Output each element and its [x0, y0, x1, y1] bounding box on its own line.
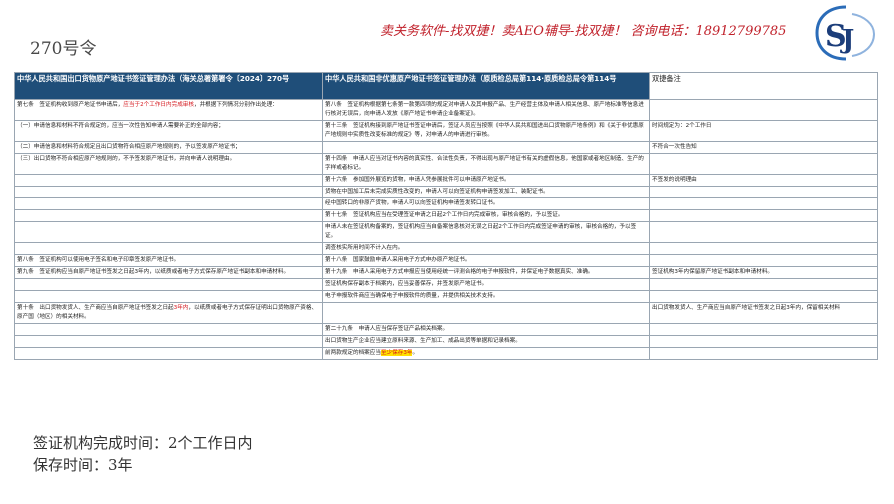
cell-114: 第十九条 申请人采用电子方式申报应当使用经统一评测合格的电子申报软件，并保证电子… [322, 266, 650, 279]
cell-note: 签证机构3年内保留原产地证书副本和申请材料。 [649, 266, 878, 279]
header-notes: 双捷备注 [649, 72, 878, 100]
cell-270: 第七条 签证机构收到原产地证书申请后，应当于2个工作日内完成审核，并根据下列情况… [14, 99, 323, 121]
summary-completion-time: 签证机构完成时间：2个工作日内 [33, 434, 253, 452]
cell-114: 第二十九条 申请人应当保存签证产品相关档案。 [322, 322, 650, 336]
table-row: 签证机构保存副本于档案内，应当妥善保存，并签发原产地证书。 [14, 278, 878, 291]
cell-114: 前两款规定的档案应当至少保存3年。 [322, 346, 650, 360]
table-row: （三）出口货物不符合相应原产地规则的，不予签发原产地证书，并向申请人说明理由。 … [14, 152, 878, 175]
cell-270 [14, 346, 323, 360]
cell-270 [14, 278, 323, 291]
summary: 签证机构完成时间：2个工作日内 保存时间：3年 [33, 432, 253, 476]
cell-note [649, 346, 878, 360]
summary-retention-time: 保存时间：3年 [33, 456, 133, 474]
cell-114: 第十八条 国家鼓励申请人采用电子方式申办原产地证书。 [322, 254, 650, 268]
cell-note: 不符合一次性告知 [649, 140, 878, 154]
sj-logo-icon: S J [815, 5, 876, 61]
cell-270 [14, 185, 323, 199]
table-row: 第十条 出口货物发货人、生产商应当自原产地证书签发之日起3年内，以纸质或者电子方… [14, 301, 878, 324]
table-row: 货物在中国加工后未完成实质性改变的，申请人可以向签证机构申请签发加工、装配证书。 [14, 185, 878, 199]
table-row: 第二十九条 申请人应当保存签证产品相关档案。 [14, 322, 878, 336]
table-row: 申请人未在签证机构备案的，签证机构应当自备案信息核对无误之日起2个工作日内完成签… [14, 221, 878, 244]
regulation-comparison-table: 中华人民共和国出口货物原产地证书签证管理办法（海关总署第署令〔2024〕270号… [14, 72, 878, 360]
table-row: 第九条 签证机构应当自原产地证书签发之日起3年内，以纸质或者电子方式保存原产地证… [14, 266, 878, 279]
cell-note [649, 322, 878, 336]
cell-114 [322, 140, 650, 154]
cell-note: 不签发的说明理由 [649, 173, 878, 187]
cell-270 [14, 322, 323, 336]
cell-note [649, 289, 878, 303]
cell-114: 第十六条 参加国外展览的货物，申请人凭参展批件可以申请原产地证书。 [322, 173, 650, 187]
cell-114: 第十三条 签证机构接到原产地证书签证申请后，签证人员应当按照《中华人民共和国进出… [322, 119, 650, 142]
table-row: 前两款规定的档案应当至少保存3年。 [14, 346, 878, 360]
cell-114: 第八条 签证机构根据第七条第一款第四项的规定对申请人及其申报产品、生产经营主体及… [322, 99, 650, 121]
cell-114: 货物在中国加工后未完成实质性改变的，申请人可以向签证机构申请签发加工、装配证书。 [322, 185, 650, 199]
cell-270: （一）申请信息和材料不符合规定的，应当一次性告知申请人需要补正的全部内容； [14, 119, 323, 142]
cell-114: 第十四条 申请人应当对证书内容的真实性、合法性负责，不得出现与原产地证书有关的虚… [322, 152, 650, 175]
cell-114: 第十七条 签证机构应当在受理签证申请之日起2个工作日内完成审核，审核合格的，予以… [322, 209, 650, 223]
table-row: 调查核实所用时间不计入在内。 [14, 242, 878, 256]
slide-title: 270号令 [30, 39, 97, 59]
cell-note [649, 209, 878, 223]
svg-text:J: J [840, 25, 854, 55]
cell-note: 出口货物发货人、生产商应当自原产地证书签发之日起3年内，保留相关材料 [649, 301, 878, 324]
cell-114: 经中国转口的非原产货物，申请人可以向签证机构申请签发转口证书。 [322, 197, 650, 211]
cell-270: （二）申请信息和材料符合规定且出口货物符合相应原产地规则的，予以签发原产地证书； [14, 140, 323, 154]
cell-114: 电子申报软件商应当确保电子申报软件的质量，并提供相关技术支持。 [322, 289, 650, 303]
cell-270: （三）出口货物不符合相应原产地规则的，不予签发原产地证书，并向申请人说明理由。 [14, 152, 323, 175]
cell-note [649, 221, 878, 244]
cell-114 [322, 301, 650, 324]
table-row: （一）申请信息和材料不符合规定的，应当一次性告知申请人需要补正的全部内容； 第十… [14, 119, 878, 142]
cell-270 [14, 242, 323, 256]
cell-note [649, 152, 878, 175]
cell-114: 出口货物生产企业应当建立原料来源、生产加工、成品出货等单据和记录档案。 [322, 334, 650, 348]
cell-note [649, 334, 878, 348]
table-row: （二）申请信息和材料符合规定且出口货物符合相应原产地规则的，予以签发原产地证书；… [14, 140, 878, 154]
cell-114: 签证机构保存副本于档案内，应当妥善保存，并签发原产地证书。 [322, 278, 650, 291]
cell-270 [14, 334, 323, 348]
cell-270 [14, 209, 323, 223]
cell-note [649, 278, 878, 291]
table-row: 第十七条 签证机构应当在受理签证申请之日起2个工作日内完成审核，审核合格的，予以… [14, 209, 878, 223]
table-row: 经中国转口的非原产货物，申请人可以向签证机构申请签发转口证书。 [14, 197, 878, 211]
table-row: 第七条 签证机构收到原产地证书申请后，应当于2个工作日内完成审核，并根据下列情况… [14, 99, 878, 121]
cell-note [649, 185, 878, 199]
cell-270 [14, 197, 323, 211]
cell-270 [14, 173, 323, 187]
cell-270 [14, 221, 323, 244]
cell-114: 调查核实所用时间不计入在内。 [322, 242, 650, 256]
cell-note [649, 99, 878, 121]
cell-note [649, 254, 878, 268]
contact-banner: 卖关务软件-找双捷！卖AEO辅导-找双捷！ 咨询电话：18912799785 [380, 24, 787, 39]
cell-note [649, 197, 878, 211]
table-row: 第十六条 参加国外展览的货物，申请人凭参展批件可以申请原产地证书。 不签发的说明… [14, 173, 878, 187]
cell-270 [14, 289, 323, 303]
table-row: 出口货物生产企业应当建立原料来源、生产加工、成品出货等单据和记录档案。 [14, 334, 878, 348]
cell-114: 申请人未在签证机构备案的，签证机构应当自备案信息核对无误之日起2个工作日内完成签… [322, 221, 650, 244]
cell-note [649, 242, 878, 256]
table-row: 电子申报软件商应当确保电子申报软件的质量，并提供相关技术支持。 [14, 289, 878, 303]
table-row: 第八条 签证机构可以使用电子签名和电子印章签发原产地证书。 第十八条 国家鼓励申… [14, 254, 878, 268]
cell-note: 时间规定为：2个工作日 [649, 119, 878, 142]
cell-270: 第九条 签证机构应当自原产地证书签发之日起3年内，以纸质或者电子方式保存原产地证… [14, 266, 323, 279]
header-114: 中华人民共和国非优惠原产地证书签证管理办法（原质检总局第114·原质检总局令第1… [322, 72, 650, 100]
cell-270: 第十条 出口货物发货人、生产商应当自原产地证书签发之日起3年内，以纸质或者电子方… [14, 301, 323, 324]
cell-270: 第八条 签证机构可以使用电子签名和电子印章签发原产地证书。 [14, 254, 323, 268]
header-270: 中华人民共和国出口货物原产地证书签证管理办法（海关总署第署令〔2024〕270号 [14, 72, 323, 100]
